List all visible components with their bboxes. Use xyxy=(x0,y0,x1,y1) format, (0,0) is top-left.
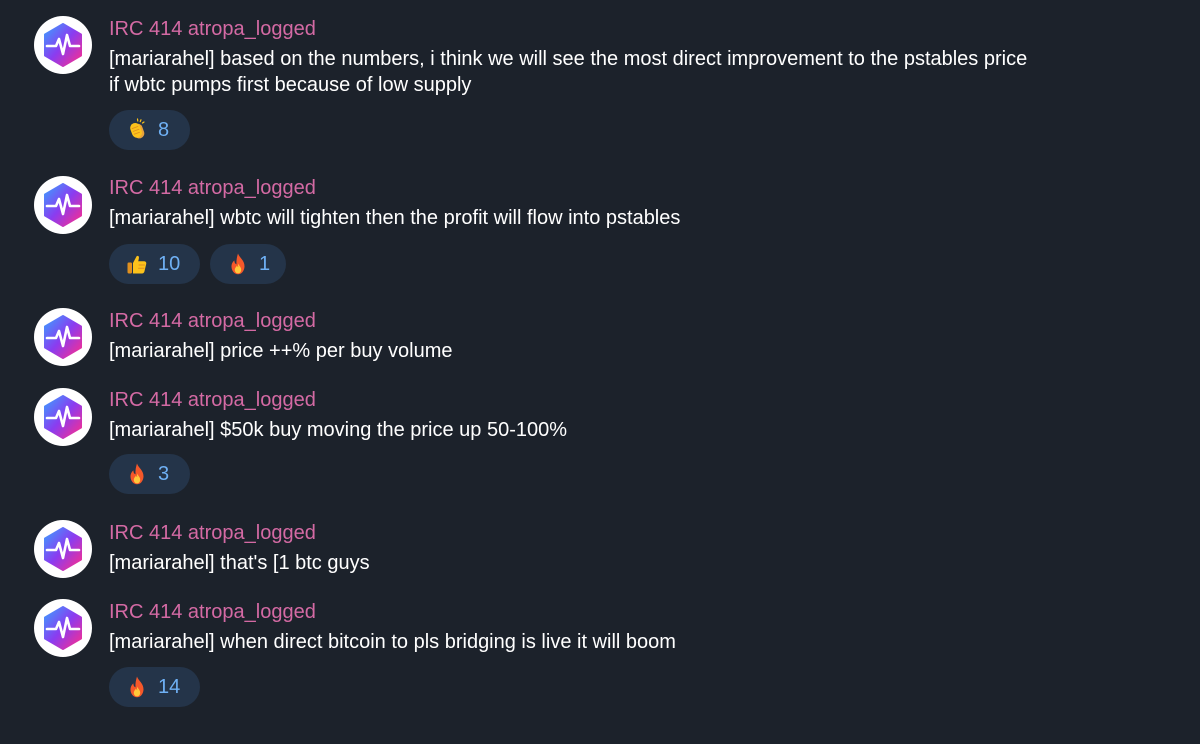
reaction-chip[interactable]: 1 xyxy=(210,244,286,284)
fire-icon xyxy=(125,675,149,699)
chat-messages: IRC 414 atropa_logged [mariarahel] based… xyxy=(0,0,1200,744)
heartbeat-hexagon-icon xyxy=(34,308,92,366)
sender-name[interactable]: IRC 414 atropa_logged xyxy=(109,599,316,625)
heartbeat-hexagon-icon xyxy=(34,388,92,446)
avatar[interactable] xyxy=(34,16,92,74)
message-text: [mariarahel] wbtc will tighten then the … xyxy=(109,207,681,229)
reaction-chip[interactable]: 14 xyxy=(109,667,200,707)
message-text: [mariarahel] based on the numbers, i thi… xyxy=(109,46,1169,98)
thumbs-up-icon xyxy=(125,252,149,276)
heartbeat-hexagon-icon xyxy=(34,599,92,657)
fire-icon xyxy=(125,462,149,486)
sender-name[interactable]: IRC 414 atropa_logged xyxy=(109,387,316,413)
reaction-count: 3 xyxy=(158,463,170,485)
reaction-count: 8 xyxy=(158,119,170,141)
avatar[interactable] xyxy=(34,308,92,366)
message-text: [mariarahel] that's [1 btc guys xyxy=(109,552,370,574)
avatar[interactable] xyxy=(34,599,92,657)
avatar[interactable] xyxy=(34,388,92,446)
sender-name[interactable]: IRC 414 atropa_logged xyxy=(109,520,316,546)
reaction-count: 14 xyxy=(158,676,181,698)
message-text: [mariarahel] price ++% per buy volume xyxy=(109,340,453,362)
avatar[interactable] xyxy=(34,176,92,234)
sender-name[interactable]: IRC 414 atropa_logged xyxy=(109,175,316,201)
heartbeat-hexagon-icon xyxy=(34,16,92,74)
heartbeat-hexagon-icon xyxy=(34,176,92,234)
message-text: [mariarahel] $50k buy moving the price u… xyxy=(109,419,568,441)
reaction-chip[interactable]: 3 xyxy=(109,454,190,494)
clapping-hands-icon xyxy=(125,118,149,142)
sender-name[interactable]: IRC 414 atropa_logged xyxy=(109,16,316,42)
message-text-line: if wbtc pumps first because of low suppl… xyxy=(109,74,472,96)
heartbeat-hexagon-icon xyxy=(34,520,92,578)
fire-icon xyxy=(226,252,250,276)
reaction-count: 10 xyxy=(158,253,181,275)
message-text: [mariarahel] when direct bitcoin to pls … xyxy=(109,631,676,653)
reaction-count: 1 xyxy=(259,253,271,275)
reaction-chip[interactable]: 8 xyxy=(109,110,190,150)
avatar[interactable] xyxy=(34,520,92,578)
reaction-chip[interactable]: 10 xyxy=(109,244,200,284)
sender-name[interactable]: IRC 414 atropa_logged xyxy=(109,308,316,334)
message-text-line: [mariarahel] based on the numbers, i thi… xyxy=(109,48,1028,70)
